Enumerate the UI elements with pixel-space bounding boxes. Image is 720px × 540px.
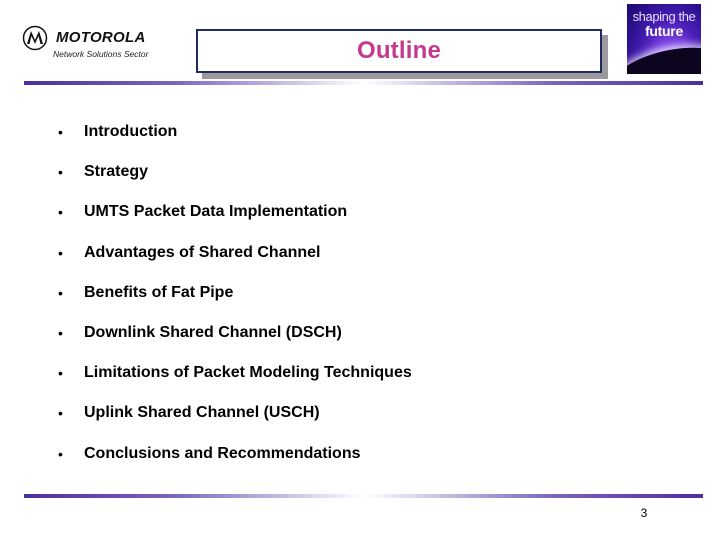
item-label: Introduction bbox=[84, 123, 178, 140]
list-item: • Conclusions and Recommendations bbox=[56, 444, 412, 484]
list-item: • Introduction bbox=[56, 122, 412, 162]
slide: MOTOROLA Network Solutions Sector Outlin… bbox=[0, 0, 720, 540]
bullet-icon: • bbox=[58, 324, 63, 341]
list-item: • Limitations of Packet Modeling Techniq… bbox=[56, 363, 412, 403]
item-label: Uplink Shared Channel (USCH) bbox=[84, 404, 320, 422]
bullet-icon: • bbox=[58, 124, 63, 140]
bullet-icon: • bbox=[58, 284, 63, 301]
list-item: • Strategy bbox=[56, 162, 412, 202]
tagline-line1: shaping the bbox=[632, 9, 696, 24]
page-number: 3 bbox=[640, 506, 648, 520]
bullet-icon: • bbox=[58, 405, 63, 422]
sector-label: Network Solutions Sector bbox=[53, 49, 149, 59]
list-item: • Uplink Shared Channel (USCH) bbox=[56, 403, 412, 443]
horizon-graphic bbox=[627, 37, 701, 74]
item-label: UMTS Packet Data Implementation bbox=[84, 203, 348, 221]
bullet-icon: • bbox=[58, 164, 63, 181]
bullet-icon: • bbox=[58, 244, 63, 261]
outline-list: • Introduction • Strategy • UMTS Packet … bbox=[56, 122, 412, 484]
item-label: Conclusions and Recommendations bbox=[84, 444, 361, 462]
list-item: • Benefits of Fat Pipe bbox=[56, 283, 412, 323]
page-title: Outline bbox=[356, 37, 442, 64]
list-item: • Downlink Shared Channel (DSCH) bbox=[56, 323, 412, 363]
bullet-icon: • bbox=[58, 365, 63, 382]
footer-divider bbox=[24, 494, 703, 498]
tagline-line2: future bbox=[645, 23, 683, 39]
header-divider bbox=[24, 81, 703, 85]
item-label: Advantages of Shared Channel bbox=[84, 243, 321, 261]
item-label: Benefits of Fat Pipe bbox=[84, 283, 234, 301]
list-item: • Advantages of Shared Channel bbox=[56, 243, 412, 283]
motorola-logo: MOTOROLA Network Solutions Sector bbox=[22, 24, 172, 64]
item-label: Downlink Shared Channel (DSCH) bbox=[84, 323, 342, 341]
motorola-batwing-icon bbox=[22, 25, 48, 51]
motorola-wordmark: MOTOROLA bbox=[56, 29, 146, 46]
list-item: • UMTS Packet Data Implementation bbox=[56, 202, 412, 242]
title-box: Outline bbox=[196, 29, 602, 73]
shaping-the-future-logo: shaping the future bbox=[627, 4, 701, 74]
bullet-icon: • bbox=[58, 445, 63, 462]
item-label: Limitations of Packet Modeling Technique… bbox=[84, 364, 412, 382]
item-label: Strategy bbox=[84, 163, 149, 181]
bullet-icon: • bbox=[58, 204, 63, 221]
